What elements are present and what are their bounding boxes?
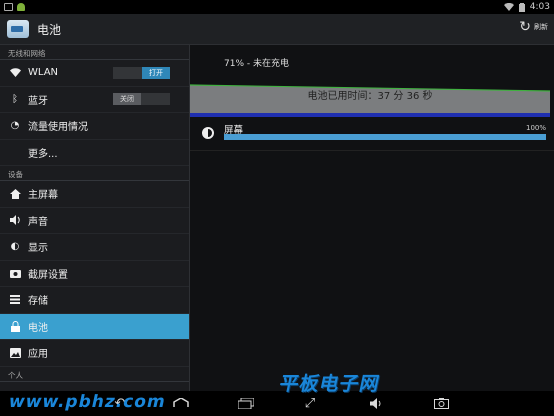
sidebar-item-apps[interactable]: 应用 [0,340,189,367]
action-bar: 电池 ↻ 刷新 [0,14,554,45]
volume-icon [9,214,21,226]
sidebar-item-label: 电池 [28,322,48,334]
sidebar-item-label: 蓝牙 [28,95,48,107]
recents-icon [238,397,254,409]
settings-sidebar: 无线和网络 WLAN 打开 ᛒ 蓝牙 关闭 ◔ 流量使用情况 更多... 设备 … [0,45,189,391]
watermark-url: www.pbhz.com [6,392,168,412]
sidebar-item-label: 声音 [28,216,48,228]
sidebar-item-label: 显示 [28,243,48,255]
status-bar-right: 4:03 [503,2,550,12]
display-icon: ◐ [10,241,20,253]
battery-app-icon[interactable] [7,20,29,38]
recents-button[interactable] [233,394,259,412]
graph-baseline [190,113,550,117]
storage-icon [9,294,21,306]
usage-percent: 100% [525,124,546,132]
battery-details: 71% - 未在充电 电池已用时间：37 分 36 秒 屏幕 100% [190,45,554,391]
sidebar-item-label: 主屏幕 [28,190,58,202]
screenshot-icon [9,267,21,279]
status-bar-left [4,3,25,11]
sidebar-item-storage[interactable]: 存储 [0,287,189,314]
android-icon [17,3,25,11]
home-button[interactable] [168,394,194,412]
battery-status: 71% - 未在充电 [224,59,289,69]
usage-row-screen[interactable]: 屏幕 100% [190,121,554,149]
usage-bar-fill [224,134,546,140]
camera-icon [433,397,449,409]
sidebar-item-label: 应用 [28,349,48,361]
sidebar-item-wlan[interactable]: WLAN 打开 [0,60,189,87]
wlan-toggle[interactable]: 打开 [113,66,170,79]
screenshot-button[interactable] [429,394,453,412]
fullscreen-icon: ⤢ [304,395,316,411]
sidebar-item-label: 截屏设置 [28,269,68,281]
refresh-label: 刷新 [534,23,548,31]
clock: 4:03 [529,2,550,12]
toggle-on-label: 打开 [142,66,170,79]
watermark-title: 平板电子网 [277,373,383,395]
sidebar-item-display[interactable]: ◐ 显示 [0,234,189,261]
refresh-button[interactable]: ↻ 刷新 [519,20,548,34]
battery-lock-icon [9,320,21,332]
bluetooth-toggle[interactable]: 关闭 [113,93,170,106]
sidebar-item-sound[interactable]: 声音 [0,208,189,234]
sidebar-item-more[interactable]: 更多... [0,140,189,166]
apps-icon [9,347,21,359]
bluetooth-icon: ᛒ [12,93,18,105]
data-usage-icon: ◔ [10,120,20,132]
sidebar-item-home[interactable]: 主屏幕 [0,181,189,208]
status-bar: 4:03 [0,0,554,14]
image-icon [4,3,13,11]
battery-icon [518,2,525,12]
battery-usage-time: 电池已用时间：37 分 36 秒 [307,91,433,102]
volume-icon [369,397,380,409]
divider [190,150,554,151]
section-header-wireless: 无线和网络 [0,45,189,60]
sidebar-item-data-usage[interactable]: ◔ 流量使用情况 [0,113,189,140]
brightness-icon [202,127,214,139]
sidebar-item-label: 存储 [28,296,48,308]
sidebar-item-bluetooth[interactable]: ᛒ 蓝牙 关闭 [0,87,189,113]
volume-button[interactable] [364,394,388,412]
sidebar-item-label: 更多... [28,148,58,160]
home-icon [9,188,21,200]
home-icon [173,398,189,407]
wifi-icon [503,3,514,11]
toggle-off-label: 关闭 [113,93,141,106]
sidebar-item-label: 流量使用情况 [28,122,88,134]
page-title: 电池 [37,22,62,37]
section-header-personal: 个人 [0,367,189,382]
refresh-icon: ↻ [519,19,531,35]
wifi-icon [9,67,21,79]
usage-bar-track [224,134,546,140]
sidebar-item-screenshot[interactable]: 截屏设置 [0,261,189,287]
section-header-device: 设备 [0,166,189,181]
fullscreen-button[interactable]: ⤢ [298,394,322,412]
sidebar-item-battery[interactable]: 电池 [0,313,189,340]
sidebar-item-label: WLAN [28,67,59,79]
